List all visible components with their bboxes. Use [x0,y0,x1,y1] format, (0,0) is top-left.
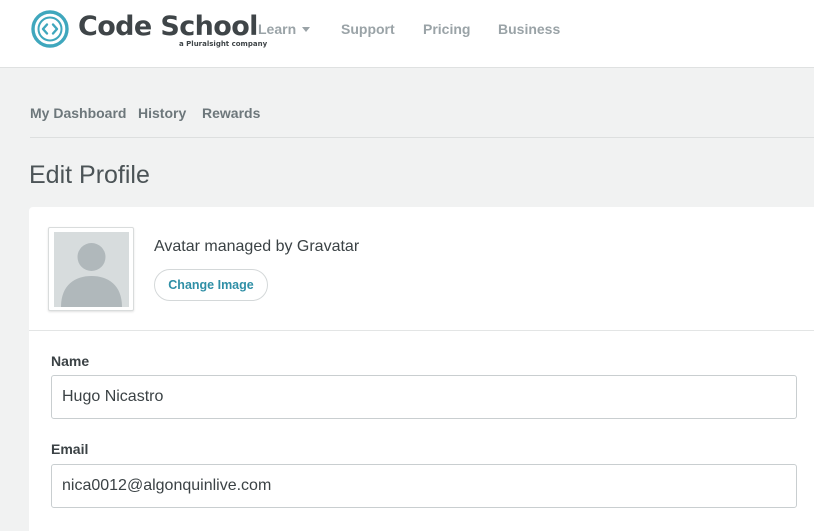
avatar-image [54,232,129,307]
top-header: Code School a Pluralsight company Learn … [0,0,814,68]
nav-pricing[interactable]: Pricing [423,21,470,37]
nav-support[interactable]: Support [341,21,395,37]
name-field[interactable] [51,375,797,419]
default-user-silhouette-icon [54,232,129,307]
avatar [48,227,134,311]
divider [29,330,814,331]
account-subnav: My Dashboard History Rewards [30,92,814,138]
nav-learn-label: Learn [258,21,297,37]
nav-business[interactable]: Business [498,21,560,37]
name-label: Name [51,353,90,369]
nav-learn[interactable]: Learn [258,21,311,37]
subnav-history[interactable]: History [138,105,186,121]
email-field[interactable] [51,464,797,508]
email-label: Email [51,441,89,457]
profile-card: Avatar managed by Gravatar Change Image … [29,207,814,531]
avatar-caption: Avatar managed by Gravatar [154,238,360,255]
change-image-button[interactable]: Change Image [154,269,268,301]
chevron-down-icon [302,27,311,32]
logo-wordmark: Code School [78,11,258,42]
subnav-rewards[interactable]: Rewards [202,105,260,121]
code-brackets-icon [31,10,69,48]
logo-tagline: a Pluralsight company [179,40,268,48]
page-title: Edit Profile [29,161,150,189]
subnav-my-dashboard[interactable]: My Dashboard [30,105,126,121]
